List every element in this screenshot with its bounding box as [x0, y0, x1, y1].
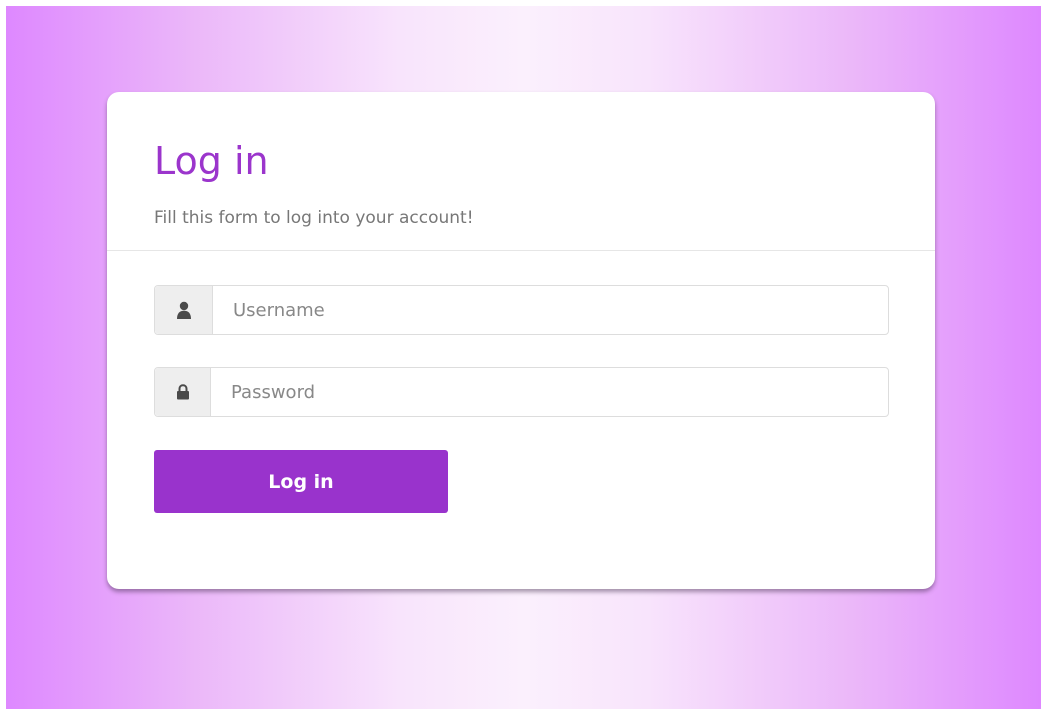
page-title: Log in	[154, 139, 269, 183]
page-background: Log in Fill this form to log into your a…	[6, 6, 1041, 709]
username-group	[154, 285, 889, 335]
page-subtitle: Fill this form to log into your account!	[154, 208, 474, 228]
login-card: Log in Fill this form to log into your a…	[107, 92, 935, 589]
username-input[interactable]	[213, 286, 888, 334]
login-button[interactable]: Log in	[154, 450, 448, 513]
card-header: Log in Fill this form to log into your a…	[107, 92, 935, 251]
password-input[interactable]	[211, 368, 888, 416]
lock-icon	[155, 368, 211, 416]
password-group	[154, 367, 889, 417]
user-icon	[155, 286, 213, 334]
